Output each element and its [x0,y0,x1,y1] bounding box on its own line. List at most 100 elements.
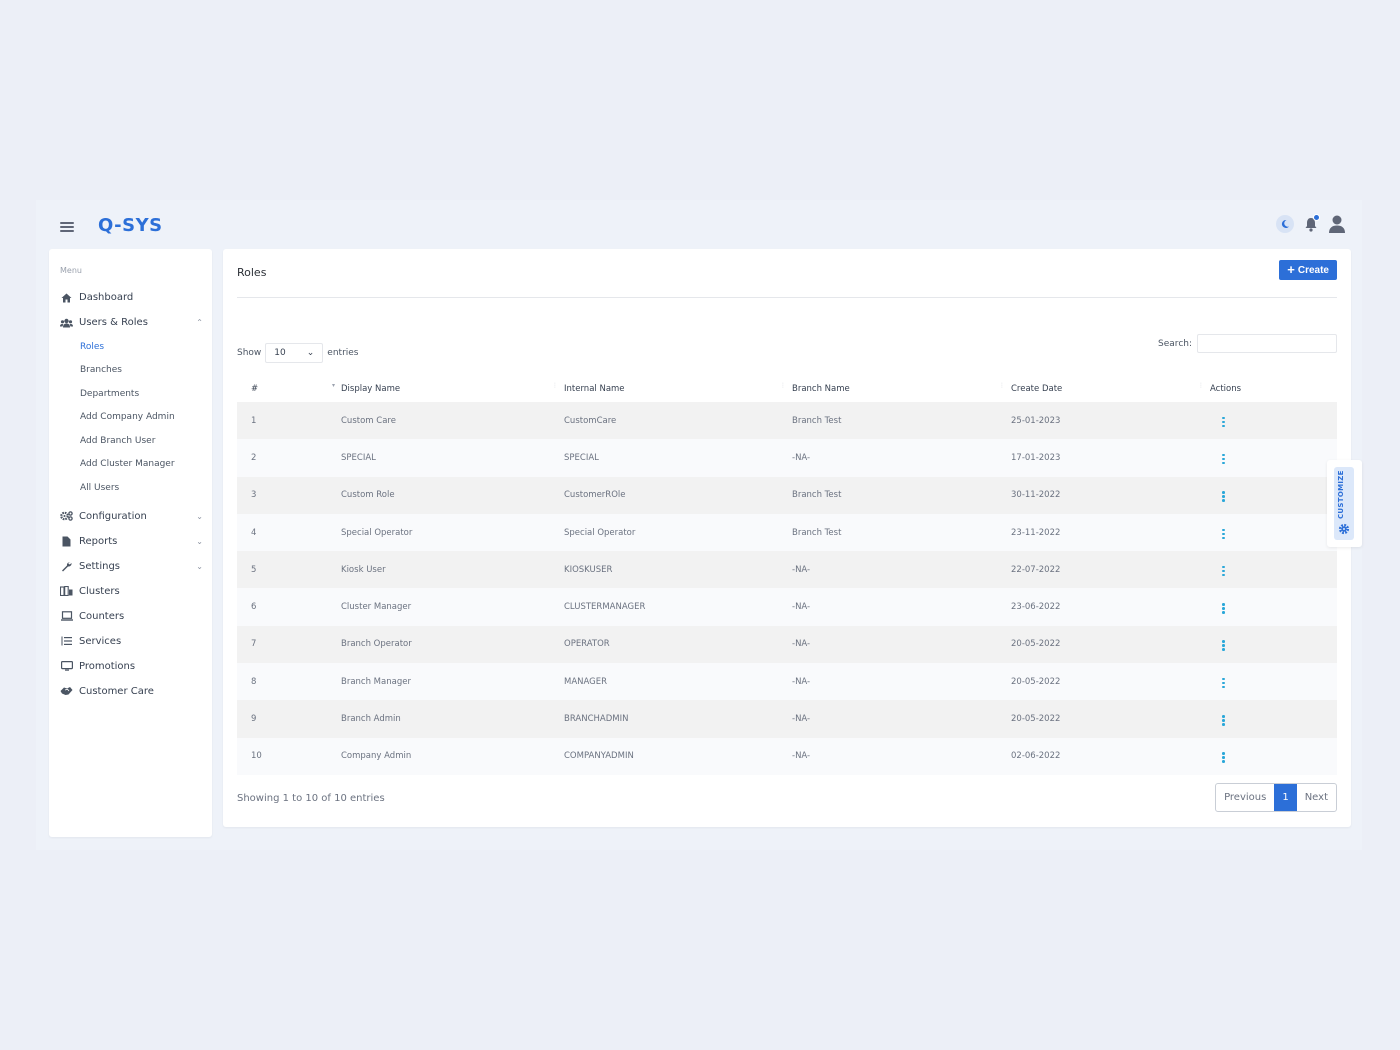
sidebar: Menu Dashboard Users & Roles ⌃ Roles Bra… [49,249,212,837]
sidebar-item-settings[interactable]: Settings ⌄ [49,554,212,579]
kebab-menu-icon[interactable] [1218,676,1229,691]
table-header-row: # ▾ Display Name ⋮ Internal Name ⋮ Branch N… [237,376,1337,402]
table-info: Showing 1 to 10 of 10 entries [237,793,385,804]
cell-branch-name: -NA- [792,588,1011,626]
sort-icon: ⋮ [780,382,786,389]
sidebar-subitem-roles[interactable]: Roles [49,335,212,359]
cell-branch-name: -NA- [792,663,1011,701]
table-row: 8 Branch Manager MANAGER -NA- 20-05-2022 [237,663,1337,701]
kebab-menu-icon[interactable] [1218,601,1229,616]
sidebar-item-label: Services [79,635,122,647]
sidebar-subitem-departments[interactable]: Departments [49,382,212,406]
cell-number: 9 [237,700,341,738]
cell-create-date: 20-05-2022 [1011,663,1210,701]
cell-display-name: Cluster Manager [341,588,564,626]
monitor-icon [60,661,73,672]
app-shell: Q-SYS Menu Dashboard Users & Roles ⌃ Rol… [36,200,1362,850]
create-button[interactable]: + Create [1279,260,1337,280]
cell-internal-name: COMPANYADMIN [564,737,792,775]
cell-actions [1210,588,1337,626]
sidebar-subitem-add-company-admin[interactable]: Add Company Admin [49,406,212,430]
sidebar-item-dashboard[interactable]: Dashboard [49,285,212,310]
cell-internal-name: SPECIAL [564,439,792,477]
column-header-internal-name[interactable]: Internal Name ⋮ [564,376,792,402]
sidebar-subitem-add-cluster-manager[interactable]: Add Cluster Manager [49,453,212,477]
cell-branch-name: -NA- [792,737,1011,775]
cell-display-name: SPECIAL [341,439,564,477]
sidebar-item-promotions[interactable]: Promotions [49,654,212,679]
pagination-page-1[interactable]: 1 [1274,784,1297,811]
page-length-select[interactable]: 10 ⌄ [265,343,324,363]
sidebar-item-label: Dashboard [79,292,134,303]
table-row: 9 Branch Admin BRANCHADMIN -NA- 20-05-2022 [237,700,1337,738]
moon-icon[interactable] [1276,215,1294,233]
bell-icon[interactable] [1303,214,1320,233]
cell-display-name: Company Admin [341,737,564,775]
pagination-next[interactable]: Next [1297,784,1336,811]
cell-actions [1210,737,1337,775]
kebab-menu-icon[interactable] [1218,750,1229,765]
cell-internal-name: BRANCHADMIN [564,700,792,738]
roles-panel: Roles + Create Show 10 ⌄ entries Search:… [223,249,1351,827]
cell-display-name: Custom Care [341,402,564,440]
cell-create-date: 30-11-2022 [1011,476,1210,514]
cell-number: 8 [237,663,341,701]
search-input[interactable] [1197,334,1337,353]
chevron-up-icon: ⌃ [196,318,203,327]
page-length-control: Show 10 ⌄ entries [237,343,359,363]
cell-create-date: 20-05-2022 [1011,625,1210,664]
kebab-menu-icon[interactable] [1218,564,1229,579]
kebab-menu-icon[interactable] [1218,638,1229,653]
sidebar-subitem-branches[interactable]: Branches [49,359,212,383]
column-header-create-date[interactable]: Create Date ⋮ [1011,376,1210,402]
cell-number: 5 [237,551,341,589]
sidebar-item-reports[interactable]: Reports ⌄ [49,529,212,554]
sidebar-subitem-add-branch-user[interactable]: Add Branch User [49,429,212,453]
sidebar-item-label: Promotions [79,660,136,672]
kebab-menu-icon[interactable] [1218,452,1229,467]
column-header-branch-name[interactable]: Branch Name ⋮ [792,376,1011,402]
column-header-display-name[interactable]: Display Name ⋮ [341,376,564,402]
kebab-menu-icon[interactable] [1218,713,1229,728]
handshake-icon [60,686,73,697]
cell-display-name: Special Operator [341,513,564,552]
table-row: 10 Company Admin COMPANYADMIN -NA- 02-06-202… [237,737,1337,775]
hamburger-menu-icon[interactable] [60,222,74,232]
column-header-number[interactable]: # ▾ [237,376,341,402]
building-icon [60,586,73,597]
sidebar-subitem-all-users[interactable]: All Users [49,476,212,500]
chevron-down-icon: ⌄ [196,511,203,521]
cell-number: 10 [237,737,341,775]
cell-branch-name: Branch Test [792,402,1011,440]
list-icon [60,636,73,647]
kebab-menu-icon[interactable] [1218,527,1229,542]
chevron-down-icon: ⌄ [196,561,203,571]
sidebar-item-users-roles[interactable]: Users & Roles ⌃ [49,310,212,335]
sidebar-item-services[interactable]: Services [49,629,212,654]
user-icon[interactable] [1328,214,1346,234]
cell-branch-name: -NA- [792,700,1011,738]
cell-branch-name: Branch Test [792,476,1011,514]
kebab-menu-icon[interactable] [1218,415,1229,430]
cell-create-date: 20-05-2022 [1011,700,1210,738]
notification-badge [1313,214,1320,221]
app-logo[interactable]: Q-SYS [98,215,163,236]
header-divider [237,297,1337,298]
cell-display-name: Custom Role [341,476,564,514]
sidebar-item-counters[interactable]: Counters [49,604,212,629]
kebab-menu-icon[interactable] [1218,489,1229,504]
cell-number: 4 [237,513,341,552]
sidebar-item-configuration[interactable]: Configuration ⌄ [49,504,212,529]
customize-button[interactable]: CUSTOMIZE [1334,467,1354,540]
sidebar-item-clusters[interactable]: Clusters [49,579,212,604]
chevron-down-icon: ⌄ [196,536,203,546]
pagination-previous[interactable]: Previous [1216,784,1274,811]
sidebar-item-customer-care[interactable]: Customer Care [49,679,212,704]
file-icon [60,536,73,547]
sidebar-item-label: Customer Care [79,685,154,697]
table-row: 2 SPECIAL SPECIAL -NA- 17-01-2023 [237,439,1337,477]
cell-number: 3 [237,476,341,514]
search-control: Search: [1158,334,1337,353]
cell-branch-name: -NA- [792,439,1011,477]
cell-internal-name: CustomerROle [564,476,792,514]
